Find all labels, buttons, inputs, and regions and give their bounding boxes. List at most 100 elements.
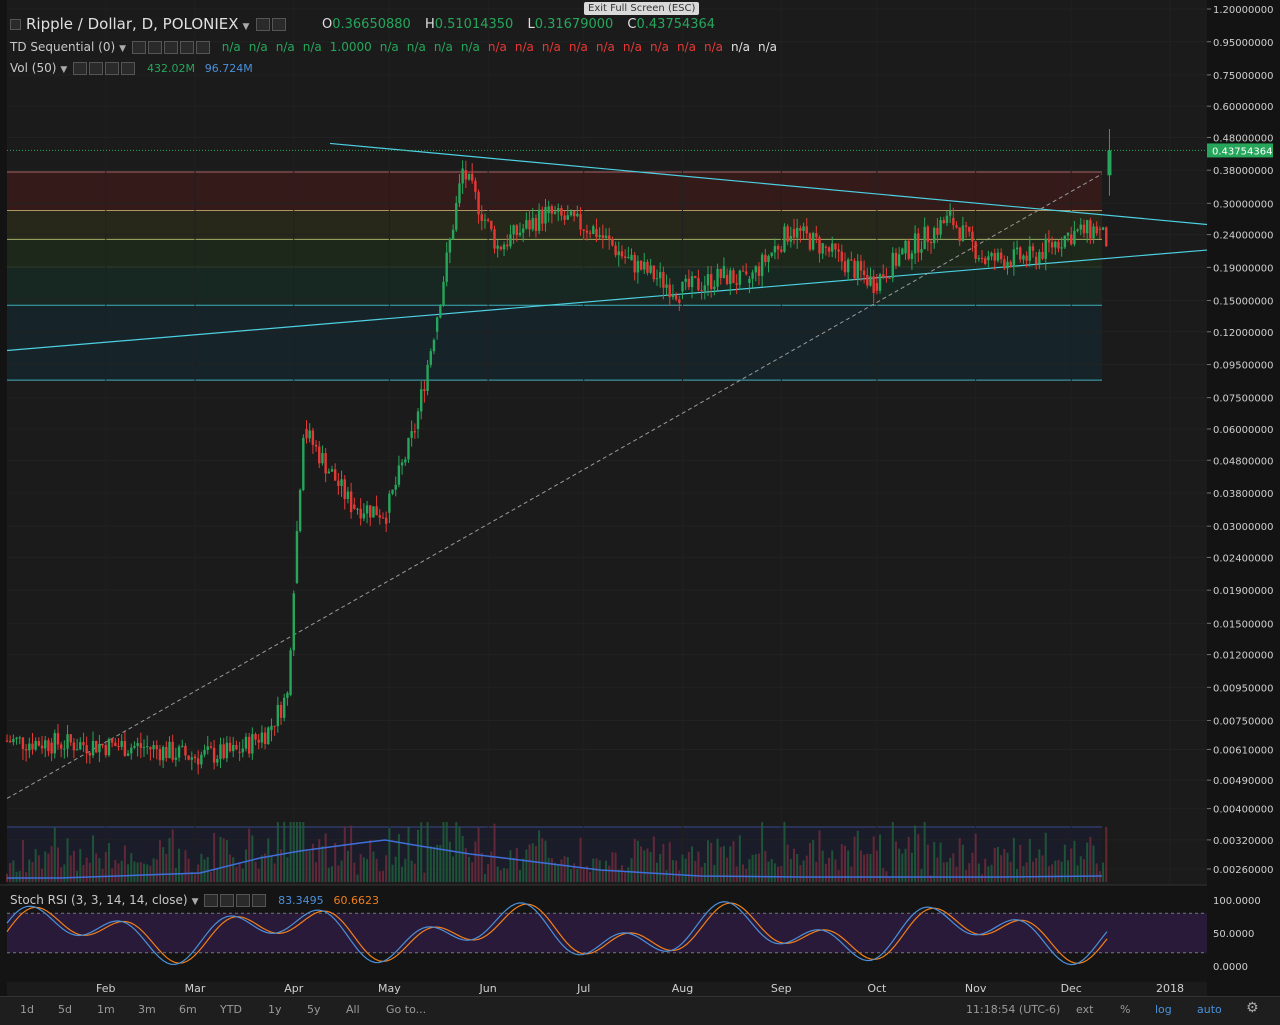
volume-bar: [452, 856, 455, 882]
candle-body: [585, 230, 589, 233]
gear-icon[interactable]: ⚙: [1246, 1000, 1259, 1016]
volume-bar: [18, 870, 21, 882]
candle-body: [776, 246, 780, 250]
price-tick-label: 0.09500000: [1213, 361, 1273, 372]
close-icon[interactable]: [121, 62, 136, 75]
settings-icon[interactable]: [89, 62, 104, 75]
add-icon[interactable]: [236, 894, 251, 907]
range-5y[interactable]: 5y: [307, 1003, 321, 1016]
volume-bar: [601, 870, 604, 882]
ext-toggle[interactable]: ext: [1076, 1003, 1093, 1016]
source-icon[interactable]: [163, 41, 178, 54]
range-1y[interactable]: 1y: [268, 1003, 282, 1016]
volume-bar: [104, 851, 107, 882]
candle-body: [21, 737, 25, 749]
volume-bar: [98, 858, 101, 882]
candle-body: [948, 210, 952, 216]
range-all[interactable]: All: [346, 1003, 360, 1016]
candle-body: [601, 235, 605, 238]
auto-toggle[interactable]: auto: [1197, 1003, 1222, 1016]
goto-button[interactable]: Go to...: [386, 1003, 426, 1016]
candle-body: [369, 505, 372, 518]
candle-body: [735, 283, 738, 285]
candle-body: [145, 746, 149, 748]
td-sequential-legend[interactable]: TD Sequential (0) ▼ n/a n/a n/a n/a 1.0000 n/a…: [10, 40, 777, 54]
candle-body: [630, 254, 633, 261]
eye-icon[interactable]: [73, 62, 88, 75]
volume-bar: [662, 844, 665, 882]
candle-body: [859, 261, 863, 271]
candle-body: [471, 173, 474, 181]
volume-bar: [260, 855, 263, 882]
range-1m[interactable]: 1m: [97, 1003, 115, 1016]
volume-bar: [506, 868, 509, 882]
add-icon[interactable]: [105, 62, 120, 75]
candle-body: [878, 274, 882, 291]
candle-body: [786, 226, 789, 242]
volume-bar: [1016, 869, 1019, 882]
stoch-rsi-legend[interactable]: Stoch RSI (3, 3, 14, 14, close) ▼ 83.3495…: [10, 893, 379, 907]
candle-body: [439, 305, 442, 318]
candle-body: [754, 266, 757, 273]
settings-icon[interactable]: [272, 18, 287, 31]
candle-body: [764, 254, 767, 262]
volume-bar: [608, 865, 611, 882]
td-value: n/a: [275, 40, 295, 54]
percent-toggle[interactable]: %: [1120, 1003, 1130, 1016]
eye-icon[interactable]: [204, 894, 219, 907]
volume-bar: [327, 867, 330, 882]
candle-body: [547, 206, 550, 214]
candle-body: [8, 740, 12, 743]
range-3m[interactable]: 3m: [138, 1003, 156, 1016]
exit-fullscreen-tooltip[interactable]: Exit Full Screen (ESC): [584, 2, 700, 15]
eye-icon[interactable]: [256, 18, 271, 31]
candle-body: [662, 272, 665, 288]
candle-body: [811, 233, 815, 250]
candle-body: [987, 256, 990, 261]
range-6m[interactable]: 6m: [179, 1003, 197, 1016]
volume-bar: [413, 863, 416, 882]
close-icon[interactable]: [195, 41, 210, 54]
range-1d[interactable]: 1d: [20, 1003, 34, 1016]
add-icon[interactable]: [179, 41, 194, 54]
volume-bar: [713, 864, 716, 882]
price-tick-label: 0.06000000: [1213, 425, 1273, 436]
volume-bar: [882, 867, 885, 882]
volume-bar: [1041, 855, 1044, 882]
candle-body: [700, 290, 703, 292]
time-tick-label: 2018: [1156, 982, 1184, 995]
candle-body: [238, 751, 241, 753]
chevron-down-icon[interactable]: ▼: [119, 44, 126, 54]
close-icon[interactable]: [252, 894, 267, 907]
settings-icon[interactable]: [147, 41, 162, 54]
volume-legend[interactable]: Vol (50) ▼ 432.02M 96.724M: [10, 61, 253, 75]
candle-body: [1015, 247, 1019, 250]
eye-icon[interactable]: [131, 41, 146, 54]
volume-bar: [1105, 826, 1108, 882]
range-ytd[interactable]: YTD: [220, 1003, 242, 1016]
range-5d[interactable]: 5d: [58, 1003, 72, 1016]
candle-body: [1003, 259, 1006, 269]
candle-body: [802, 226, 805, 231]
candle-body: [974, 241, 977, 259]
candle-body: [598, 235, 601, 237]
candle-body: [1105, 227, 1108, 247]
volume-bar: [936, 857, 939, 882]
chevron-down-icon[interactable]: ▼: [60, 65, 67, 75]
collapse-icon[interactable]: [10, 19, 21, 30]
volume-bar: [589, 871, 592, 882]
symbol-title[interactable]: Ripple / Dollar, D, POLONIEX ▼: [10, 15, 287, 33]
volume-bar: [1044, 832, 1047, 882]
candle-body: [423, 389, 426, 392]
candle-body: [276, 704, 280, 727]
settings-icon[interactable]: [220, 894, 235, 907]
volume-bar: [1102, 862, 1105, 882]
price-tick-label: 0.00750000: [1213, 716, 1273, 727]
volume-bar: [375, 858, 378, 882]
price-chart[interactable]: 1.20000000 0.95000000 0.75000000 0.60000000…: [0, 0, 1280, 1024]
log-toggle[interactable]: log: [1155, 1003, 1172, 1016]
chevron-down-icon[interactable]: ▼: [192, 897, 199, 907]
chart-window: 1.20000000 0.95000000 0.75000000 0.60000000…: [0, 0, 1280, 1025]
volume-bar: [761, 822, 764, 882]
chevron-down-icon[interactable]: ▼: [243, 22, 250, 32]
